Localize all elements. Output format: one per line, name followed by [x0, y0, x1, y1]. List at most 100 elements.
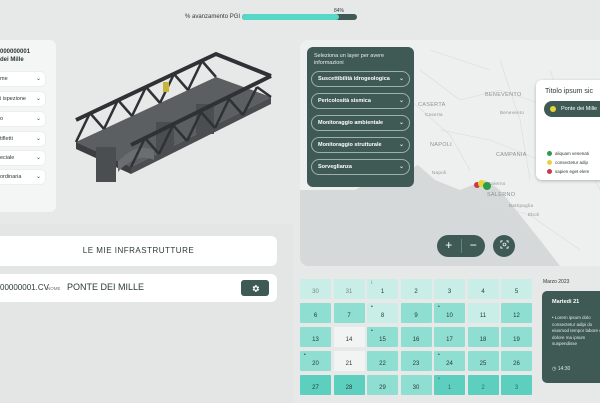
- marker-green[interactable]: [483, 182, 491, 190]
- calendar-day[interactable]: 12: [501, 303, 532, 323]
- calendar-day[interactable]: 31: [333, 279, 365, 299]
- event-time-value: 14:30: [557, 366, 571, 372]
- calendar-day[interactable]: 18: [467, 327, 499, 347]
- infrastructure-row[interactable]: 00000001.CV NOME PONTE DEI MILLE: [0, 274, 277, 302]
- calendar-day[interactable]: 4: [467, 279, 499, 299]
- calendar-grid: 30 31 1 ⁝ 2 3 4 5 6 7 8 • 9 10 • 11 12 13 14 15 • 16 17 18 19 20 •…: [300, 279, 534, 397]
- legend-dot: [547, 160, 552, 165]
- progress-bar-fill: [242, 14, 339, 20]
- calendar-day[interactable]: 26: [501, 351, 532, 371]
- filter-label: tifletti: [0, 136, 13, 142]
- calendar-day[interactable]: 14: [333, 327, 365, 347]
- calendar-day[interactable]: 10 •: [434, 303, 465, 323]
- layer-label: Sorveglianza: [318, 164, 352, 170]
- calendar-day-number: 17: [446, 337, 453, 343]
- calendar-day[interactable]: 8 •: [367, 303, 398, 323]
- settings-button[interactable]: [241, 280, 269, 296]
- filter-dropdown-5[interactable]: eciale ⌄: [0, 151, 45, 165]
- map-label-napoli: NAPOLI: [430, 142, 452, 148]
- layer-label: Suscettibilità idrogeologica: [318, 76, 390, 82]
- calendar-day-number: 1: [447, 385, 452, 391]
- calendar-day-number: 30: [312, 289, 319, 295]
- chevron-down-icon: ⌄: [398, 76, 404, 82]
- calendar-day[interactable]: 3: [501, 375, 532, 395]
- calendar-day[interactable]: 19: [501, 327, 532, 347]
- calendar-day[interactable]: 23: [400, 351, 432, 371]
- calendar-day-number: 10: [446, 313, 453, 319]
- calendar-day-number: 3: [447, 289, 452, 295]
- calendar-day-number: 16: [412, 337, 420, 343]
- filter-dropdown-3[interactable]: o ⌄: [0, 112, 45, 126]
- calendar-day[interactable]: 21: [333, 351, 365, 371]
- zoom-in-button[interactable]: +: [437, 235, 461, 257]
- layer-label: Monitoraggio ambientale: [318, 120, 384, 126]
- calendar-day[interactable]: 6: [300, 303, 331, 323]
- info-pill-label: Ponte dei Mille: [561, 106, 598, 112]
- calendar-day[interactable]: 11: [467, 303, 499, 323]
- calendar-day-number: 12: [513, 313, 520, 319]
- calendar-day-number: 7: [347, 313, 351, 319]
- calendar-day[interactable]: 20 •: [300, 351, 331, 371]
- calendar-day[interactable]: 29: [367, 375, 398, 395]
- legend-dot: [547, 151, 552, 156]
- calendar-day[interactable]: 30: [300, 279, 331, 299]
- calendar-day-number: 31: [345, 289, 353, 295]
- fullscreen-button[interactable]: [493, 235, 515, 257]
- nome-label: NOME: [47, 286, 61, 291]
- filter-label: i ispezione: [0, 96, 26, 102]
- calendar-day-number: 28: [345, 385, 353, 391]
- filter-label: ordinaria: [0, 174, 22, 180]
- event-description: • Lorem ipsum dolo consectetur adipi do …: [552, 315, 600, 349]
- layer-item-3[interactable]: Monitoraggio ambientale ⌄: [311, 115, 410, 131]
- info-card-pill[interactable]: Ponte dei Mille: [544, 101, 600, 117]
- layer-item-2[interactable]: Pericolosità sismica ⌄: [311, 93, 410, 109]
- progress-indicator: % avanzamento PGI 84%: [185, 6, 360, 24]
- calendar-day[interactable]: 17: [434, 327, 465, 347]
- map-label-campania: CAMPANIA: [496, 152, 527, 158]
- calendar-day[interactable]: 30: [400, 375, 432, 395]
- event-card[interactable]: Martedi 21 • Lorem ipsum dolo consectetu…: [542, 291, 600, 383]
- zoom-out-button[interactable]: −: [462, 235, 486, 257]
- calendar-day[interactable]: 3: [434, 279, 465, 299]
- layer-item-4[interactable]: Monitoraggio strutturale ⌄: [311, 137, 410, 153]
- bridge-3d-model[interactable]: [66, 42, 286, 212]
- calendar-day[interactable]: 22: [367, 351, 398, 371]
- calendar-day[interactable]: 15 •: [367, 327, 398, 347]
- calendar-day[interactable]: 7: [333, 303, 365, 323]
- calendar-day[interactable]: 16: [400, 327, 432, 347]
- map-label-benevento: BENEVENTO: [485, 92, 522, 98]
- bridge-code: 000000001: [0, 49, 31, 55]
- calendar-day[interactable]: 28: [333, 375, 365, 395]
- calendar-day[interactable]: 5: [501, 279, 532, 299]
- calendar-day[interactable]: 25: [467, 351, 499, 371]
- map-marker-cluster[interactable]: [474, 180, 494, 192]
- filter-dropdown-4[interactable]: tifletti ⌄: [0, 132, 45, 146]
- bridge-info-panel: 000000001 dei Mille me ⌄ i ispezione ⌄ o ⌄ …: [0, 40, 56, 212]
- calendar-day-number: 6: [313, 313, 318, 319]
- calendar-day-number: 20: [312, 361, 319, 367]
- filter-dropdown-1[interactable]: me ⌄: [0, 72, 45, 86]
- layer-item-1[interactable]: Suscettibilità idrogeologica ⌄: [311, 71, 410, 87]
- status-dot: [550, 106, 556, 112]
- filter-dropdown-2[interactable]: i ispezione ⌄: [0, 92, 45, 106]
- chevron-down-icon: ⌄: [398, 164, 404, 170]
- layer-item-5[interactable]: Sorveglianza ⌄: [311, 159, 410, 175]
- calendar-day-number: 1: [380, 289, 385, 295]
- calendar-day[interactable]: 9: [400, 303, 432, 323]
- filter-dropdown-6[interactable]: ordinaria ⌄: [0, 170, 45, 184]
- calendar-day-number: 18: [479, 337, 487, 343]
- calendar-day[interactable]: 13: [300, 327, 331, 347]
- calendar-day[interactable]: 1 •: [434, 375, 465, 395]
- map-view[interactable]: BENEVENTO CASERTA NAPOLI CAMPANIA SALERN…: [300, 40, 600, 266]
- gear-icon: [252, 284, 259, 292]
- event-month: Marzo 2023: [543, 279, 570, 285]
- calendar-day[interactable]: 2: [467, 375, 499, 395]
- chevron-down-icon: ⌄: [398, 142, 404, 148]
- calendar-day-number: 2: [481, 385, 485, 391]
- calendar-day[interactable]: 2: [400, 279, 432, 299]
- zoom-controls: + −: [437, 235, 485, 257]
- event-marker-icon: •: [438, 304, 440, 310]
- calendar-day[interactable]: 27: [300, 375, 331, 395]
- calendar-day[interactable]: 24 •: [434, 351, 465, 371]
- calendar-day[interactable]: 1 ⁝: [367, 279, 398, 299]
